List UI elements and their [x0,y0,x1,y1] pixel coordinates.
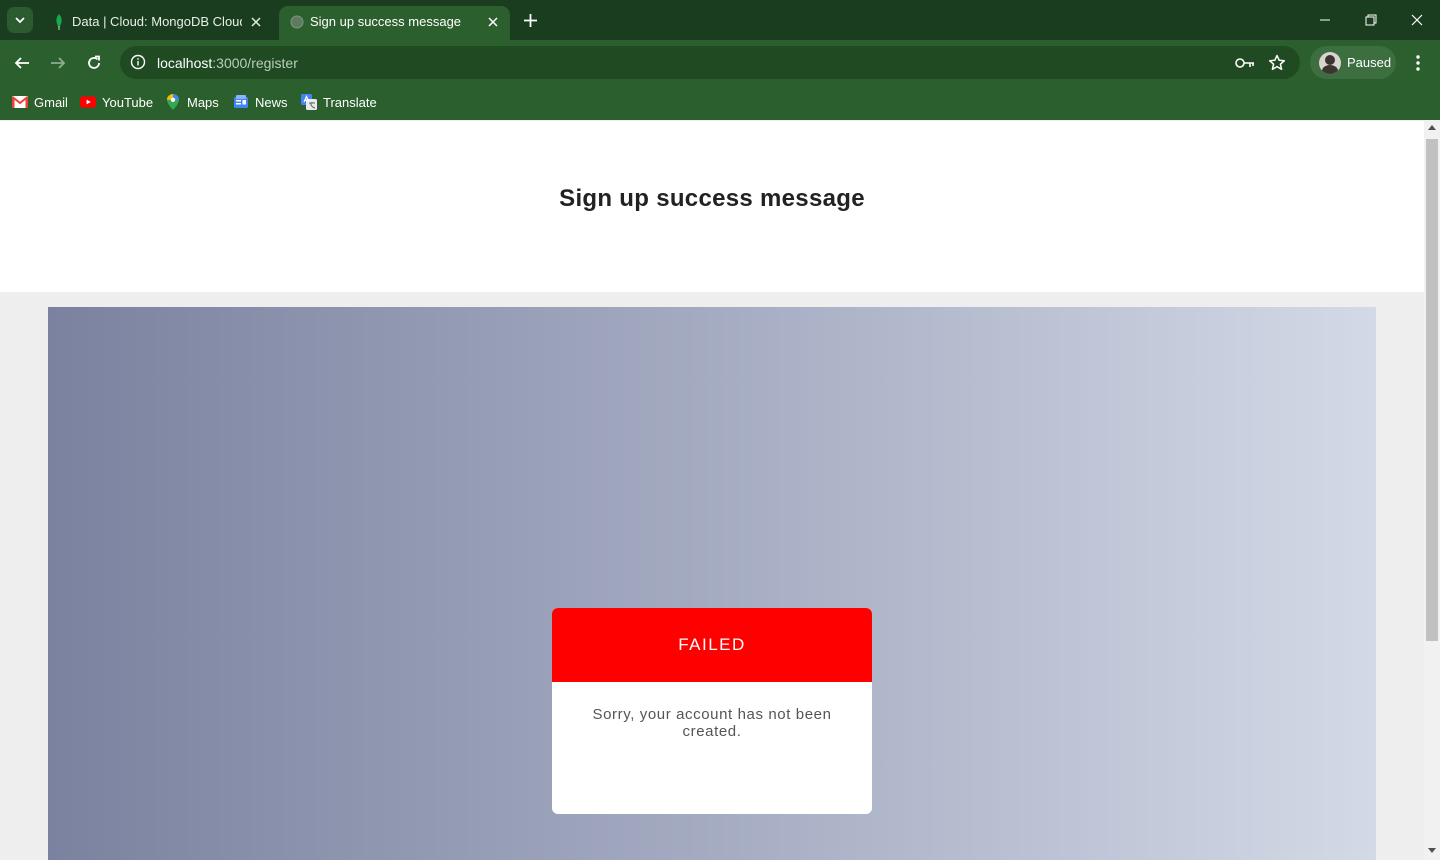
bookmark-youtube[interactable]: YouTube [80,92,153,112]
bookmark-label: Maps [187,94,219,110]
avatar [1319,51,1341,74]
scroll-thumb[interactable] [1426,139,1438,641]
gmail-icon [12,94,28,110]
tab-sign-up[interactable]: Sign up success message [279,6,510,40]
status-card: FAILED Sorry, your account has not been … [552,608,872,814]
status-header: FAILED [552,608,872,682]
tab-mongodb[interactable]: Data | Cloud: MongoDB Cloud [41,6,273,40]
status-message: Sorry, your account has not been created… [592,706,832,740]
bookmark-translate[interactable]: Translate [301,92,377,112]
close-icon[interactable] [484,13,502,31]
arrow-right-icon [51,57,66,69]
tab-title: Data | Cloud: MongoDB Cloud [72,14,242,29]
tab-title: Sign up success message [310,14,462,29]
bookmark-maps[interactable]: Maps [165,92,219,112]
site-info-icon[interactable] [128,52,148,72]
news-icon [233,94,249,110]
translate-icon [301,94,317,110]
bookmark-label: News [255,94,288,110]
reload-button[interactable] [80,49,108,77]
close-window-button[interactable] [1394,0,1440,40]
chevron-down-icon [15,17,25,24]
close-icon [1411,14,1423,26]
maps-icon [165,94,181,110]
address-bar[interactable]: localhost:3000/register [120,46,1300,79]
reload-icon [88,55,100,69]
profile-status: Paused [1347,55,1392,70]
restore-button[interactable] [1348,0,1394,40]
mongodb-leaf-icon [51,14,67,30]
bookmark-gmail[interactable]: Gmail [12,92,68,112]
plus-icon [523,13,537,27]
forward-button[interactable] [44,49,72,77]
profile-button[interactable]: Paused [1310,46,1396,79]
restore-icon [1365,14,1377,26]
minimize-icon [1320,19,1330,21]
tab-search-button[interactable] [7,7,33,33]
bookmark-label: Translate [323,94,377,110]
tab-bar: Data | Cloud: MongoDB Cloud Sign up succ… [0,0,1440,40]
browser-toolbar: localhost:3000/register Paused [0,40,1440,86]
back-button[interactable] [8,49,36,77]
globe-icon [289,14,305,30]
hero-section: FAILED Sorry, your account has not been … [48,307,1376,860]
url-text[interactable]: localhost:3000/register [157,55,298,71]
youtube-icon [80,94,96,110]
arrow-left-icon [14,57,29,69]
more-vertical-icon [1416,55,1420,71]
page-scrollbar[interactable] [1424,121,1440,860]
minimize-button[interactable] [1302,0,1348,40]
scroll-down-arrow-icon[interactable] [1428,848,1436,853]
page-header: Sign up success message [0,121,1424,292]
bookmark-star-icon[interactable] [1266,52,1288,74]
bookmarks-bar: Gmail YouTube Maps News Translate [0,86,1440,120]
page-viewport: Sign up success message FAILED Sorry, yo… [0,121,1424,860]
bookmark-news[interactable]: News [233,92,288,112]
bookmark-label: Gmail [34,94,68,110]
status-badge: FAILED [678,635,746,654]
bookmark-label: YouTube [102,94,154,110]
browser-menu-button[interactable] [1406,49,1430,77]
new-tab-button[interactable] [518,8,542,32]
close-icon[interactable] [247,13,265,31]
password-key-icon[interactable] [1234,52,1256,74]
page-title: Sign up success message [559,185,865,212]
scroll-up-arrow-icon[interactable] [1428,125,1436,130]
